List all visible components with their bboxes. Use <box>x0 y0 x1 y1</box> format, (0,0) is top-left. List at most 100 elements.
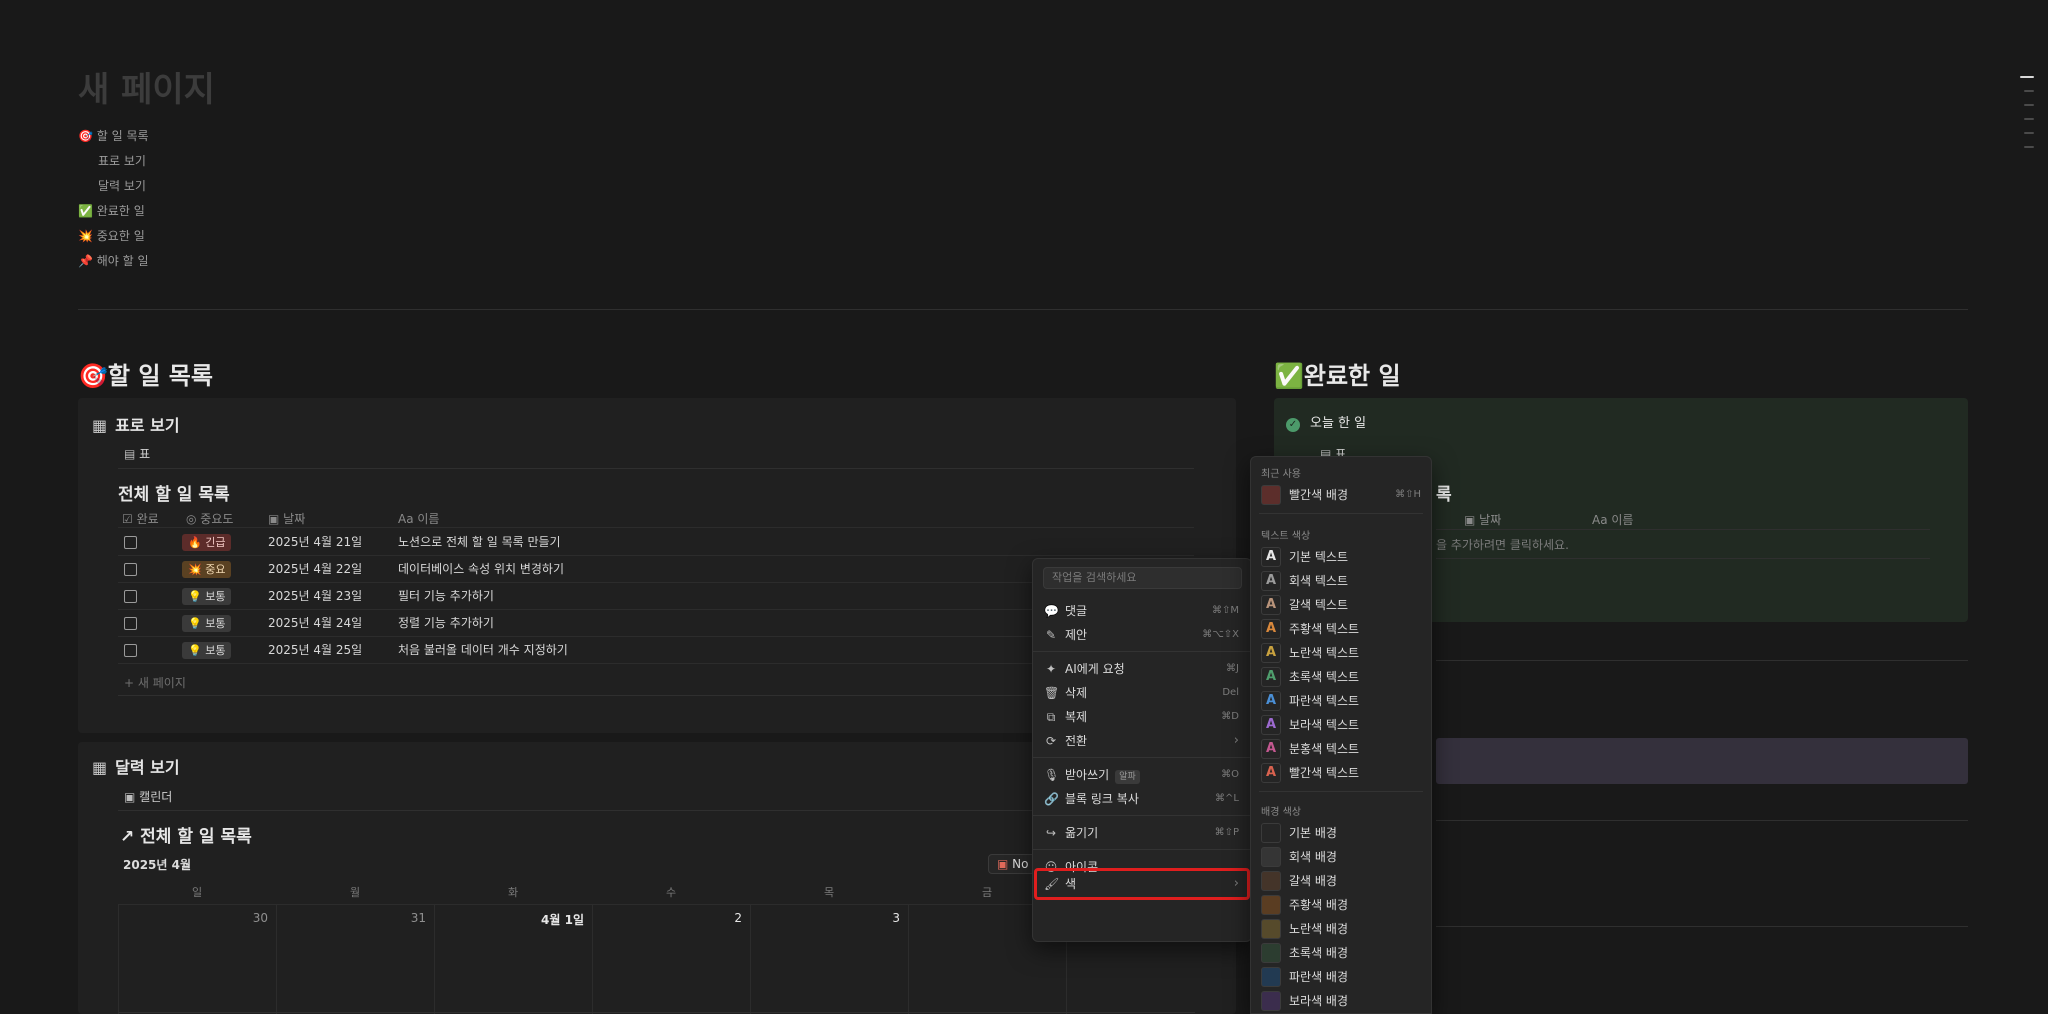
calendar-view-title[interactable]: ▦ 달력 보기 <box>92 754 180 778</box>
done-checkbox[interactable] <box>124 644 137 657</box>
color-label: 갈색 텍스트 <box>1289 598 1349 612</box>
color-option-green-text[interactable]: A 초록색 텍스트 <box>1259 665 1423 689</box>
name-cell[interactable]: 노션으로 전체 할 일 목록 만들기 <box>398 529 561 556</box>
calendar-day[interactable]: 4월 1일 <box>435 904 593 1014</box>
name-cell[interactable]: 데이터베이스 속성 위치 변경하기 <box>398 556 564 583</box>
date-cell[interactable]: 2025년 4월 25일 <box>268 637 362 664</box>
toc-item-todo[interactable]: 🎯 할 일 목록 <box>78 124 149 149</box>
toc-item-must-do[interactable]: 📌 해야 할 일 <box>78 249 149 274</box>
color-option-recent-red-bg[interactable]: 빨간색 배경 ⌘⇧H <box>1259 483 1423 507</box>
table-divider <box>1436 529 1930 530</box>
color-option-blue-bg[interactable]: 파란색 배경 <box>1259 965 1423 989</box>
calendar-day[interactable]: 2 <box>593 904 751 1014</box>
menu-separator <box>1033 651 1251 652</box>
calendar-day[interactable]: 31 <box>277 904 435 1014</box>
outline-rail[interactable] <box>2020 76 2034 160</box>
rail-mark[interactable] <box>2024 146 2034 148</box>
col-head-done[interactable]: ☑ 완료 <box>122 510 159 527</box>
menu-item-duplicate[interactable]: ⧉ 복제 ⌘D <box>1033 705 1251 729</box>
rail-mark[interactable] <box>2020 76 2034 78</box>
rail-mark[interactable] <box>2024 90 2034 92</box>
date-cell[interactable]: 2025년 4월 23일 <box>268 583 362 610</box>
priority-tag[interactable]: 💡 보통 <box>182 588 232 605</box>
purple-callout-block[interactable] <box>1436 738 1968 784</box>
linked-database-title[interactable]: ↗ 전체 할 일 목록 <box>120 822 252 847</box>
tab-table-label: 표 <box>139 447 151 461</box>
col-head-priority[interactable]: ◎ 중요도 <box>186 510 233 527</box>
divider <box>78 309 1968 310</box>
calendar-day[interactable]: 3 <box>751 904 909 1014</box>
color-option-brown-bg[interactable]: 갈색 배경 <box>1259 869 1423 893</box>
priority-tag[interactable]: 💡 보통 <box>182 642 232 659</box>
new-page-button[interactable]: + 새 페이지 <box>124 674 186 691</box>
done-checkbox[interactable] <box>124 590 137 603</box>
color-option-gray-bg[interactable]: 회색 배경 <box>1259 845 1423 869</box>
col-head-name[interactable]: Aa 이름 <box>398 510 439 527</box>
calendar-nav-button[interactable]: ▣ No <box>988 854 1038 874</box>
rail-mark[interactable] <box>2024 104 2034 106</box>
color-option-gray-text[interactable]: A 회색 텍스트 <box>1259 569 1423 593</box>
color-option-yellow-bg[interactable]: 노란색 배경 <box>1259 917 1423 941</box>
action-search-input[interactable]: 작업을 검색하세요 <box>1043 567 1242 589</box>
date-cell[interactable]: 2025년 4월 21일 <box>268 529 362 556</box>
color-option-brown-text[interactable]: A 갈색 텍스트 <box>1259 593 1423 617</box>
empty-hint[interactable]: 을 추가하려면 클릭하세요. <box>1436 536 1569 553</box>
menu-item-comment[interactable]: 💬 댓글 ⌘⇧M <box>1033 599 1251 623</box>
toc-item-done[interactable]: ✅ 완료한 일 <box>78 199 149 224</box>
toc-item-table-view[interactable]: 표로 보기 <box>78 149 149 174</box>
menu-item-ask-ai[interactable]: ✦ AI에게 요청 ⌘J <box>1033 657 1251 681</box>
col-head-date[interactable]: ▣ 날짜 <box>268 510 305 527</box>
rail-mark[interactable] <box>2024 132 2034 134</box>
done-database-title[interactable]: 록 <box>1436 480 1452 505</box>
toc-item-calendar-view[interactable]: 달력 보기 <box>78 174 149 199</box>
done-checkbox[interactable] <box>124 617 137 630</box>
date-cell[interactable]: 2025년 4월 22일 <box>268 556 362 583</box>
page-title[interactable]: 새 페이지 <box>78 62 215 111</box>
priority-tag[interactable]: 💥 중요 <box>182 561 232 578</box>
menu-item-delete[interactable]: 🗑 삭제 Del <box>1033 681 1251 705</box>
col-head-name[interactable]: Aa 이름 <box>1592 511 1633 528</box>
tab-calendar[interactable]: ▣ 캘린더 <box>124 788 172 805</box>
name-cell[interactable]: 처음 불러올 데이터 개수 지정하기 <box>398 637 568 664</box>
todo-heading[interactable]: 🎯할 일 목록 <box>78 356 213 391</box>
menu-item-copy-link[interactable]: 🔗 블록 링크 복사 ⌘^L <box>1033 787 1251 811</box>
toc-item-important[interactable]: 💥 중요한 일 <box>78 224 149 249</box>
color-option-green-bg[interactable]: 초록색 배경 <box>1259 941 1423 965</box>
color-option-yellow-text[interactable]: A 노란색 텍스트 <box>1259 641 1423 665</box>
done-checkbox[interactable] <box>124 536 137 549</box>
color-swatch <box>1261 919 1281 939</box>
color-option-default-bg[interactable]: 기본 배경 <box>1259 821 1423 845</box>
color-option-red-text[interactable]: A 빨간색 텍스트 <box>1259 761 1423 785</box>
done-checkbox[interactable] <box>124 563 137 576</box>
col-head-date-label: 날짜 <box>283 512 306 526</box>
color-option-default-text[interactable]: A 기본 텍스트 <box>1259 545 1423 569</box>
menu-item-convert[interactable]: ⟳ 전환 › <box>1033 729 1251 753</box>
text-color-swatch: A <box>1261 643 1281 663</box>
col-head-date[interactable]: ▣ 날짜 <box>1464 511 1501 528</box>
rail-mark[interactable] <box>2024 118 2034 120</box>
menu-item-move[interactable]: ↪ 옮기기 ⌘⇧P <box>1033 821 1251 845</box>
color-option-blue-text[interactable]: A 파란색 텍스트 <box>1259 689 1423 713</box>
priority-tag[interactable]: 🔥 긴급 <box>182 534 232 551</box>
done-heading[interactable]: ✅완료한 일 <box>1274 356 1401 391</box>
check-circle-icon: ✓ <box>1286 418 1300 432</box>
priority-tag[interactable]: 💡 보통 <box>182 615 232 632</box>
name-cell[interactable]: 정렬 기능 추가하기 <box>398 610 494 637</box>
table-view-title[interactable]: ▦ 표로 보기 <box>92 412 180 436</box>
menu-item-suggest[interactable]: ✎ 제안 ⌘⌥⇧X <box>1033 623 1251 647</box>
table-row[interactable]: 🔥 긴급 2025년 4월 21일 노션으로 전체 할 일 목록 만들기 <box>118 529 1194 556</box>
done-card-title[interactable]: ✓ 오늘 한 일 <box>1286 412 1366 432</box>
calendar-day[interactable]: 30 <box>119 904 277 1014</box>
color-option-orange-bg[interactable]: 주황색 배경 <box>1259 893 1423 917</box>
color-option-pink-text[interactable]: A 분홍색 텍스트 <box>1259 737 1423 761</box>
menu-item-color[interactable]: 🖌 색 › <box>1034 868 1250 900</box>
database-title[interactable]: 전체 할 일 목록 <box>118 480 230 505</box>
menu-item-dictation[interactable]: 🎙 받아쓰기 알파 ⌘O <box>1033 763 1251 787</box>
name-cell[interactable]: 필터 기능 추가하기 <box>398 583 494 610</box>
color-option-orange-text[interactable]: A 주황색 텍스트 <box>1259 617 1423 641</box>
text-color-swatch: A <box>1261 619 1281 639</box>
color-option-purple-text[interactable]: A 보라색 텍스트 <box>1259 713 1423 737</box>
tab-table[interactable]: ▤ 표 <box>124 445 150 462</box>
color-option-purple-bg[interactable]: 보라색 배경 <box>1259 989 1423 1013</box>
date-cell[interactable]: 2025년 4월 24일 <box>268 610 362 637</box>
